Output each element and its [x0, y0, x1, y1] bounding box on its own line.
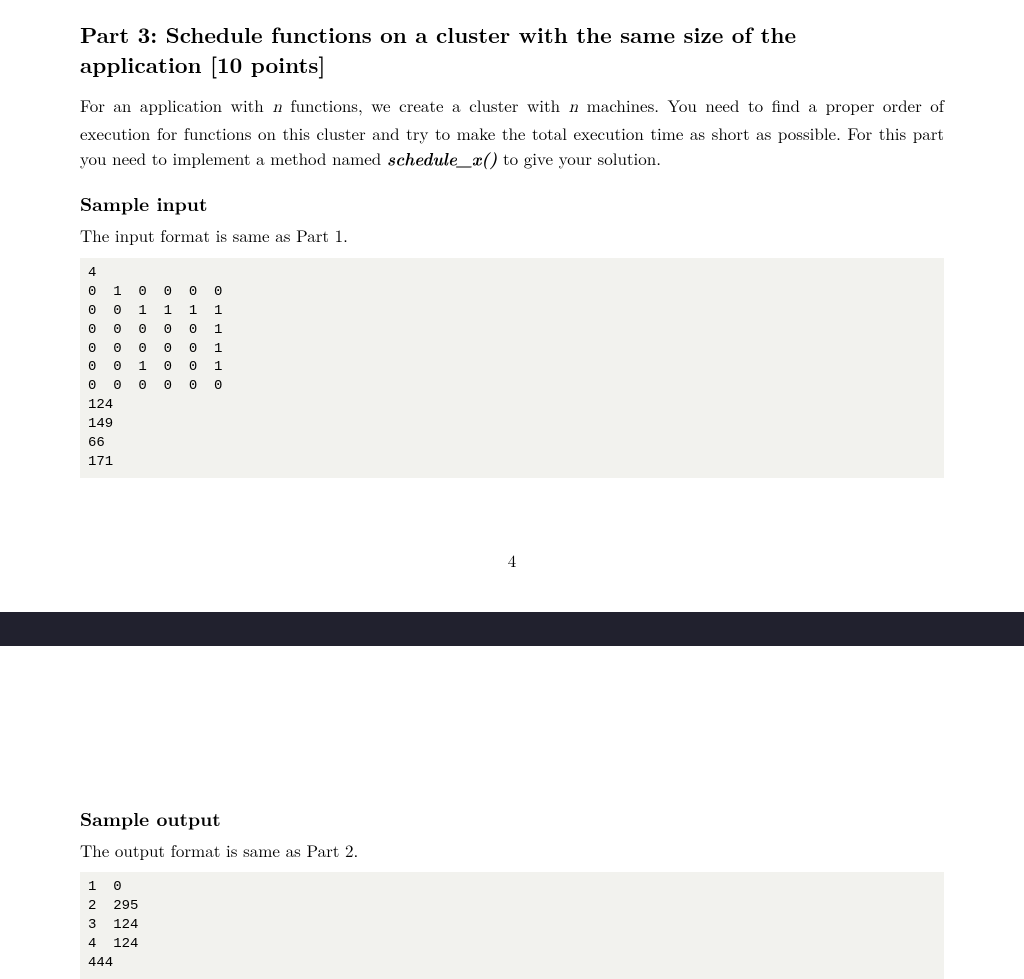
sample-input-note: The input format is same as Part 1. [80, 223, 944, 248]
title-line-2: application [10 points] [80, 49, 325, 80]
sample-output-note: The output format is same as Part 2. [80, 838, 944, 863]
section-paragraph: For an application with n functions, we … [80, 93, 944, 171]
para-frag-b: functions, we create a cluster with [282, 93, 569, 117]
sample-output-heading: Sample output [80, 804, 944, 832]
section-title: Part 3: Schedule functions on a cluster … [80, 20, 944, 79]
sample-input-code: 4 0 1 0 0 0 0 0 0 1 1 1 1 0 0 0 0 0 1 0 … [80, 258, 944, 478]
function-name: schedule_x() [387, 147, 497, 171]
para-frag-a: For an application with [80, 93, 272, 117]
sample-output-code: 1 0 2 295 3 124 4 124 444 [80, 872, 944, 978]
math-n-2: n [569, 99, 578, 116]
para-frag-d: to give your solution. [497, 146, 661, 170]
math-n-1: n [272, 99, 281, 116]
page-upper: Part 3: Schedule functions on a cluster … [0, 0, 1024, 572]
page-number: 4 [80, 548, 944, 572]
page-break-bar [0, 612, 1024, 646]
title-line-1: Part 3: Schedule functions on a cluster … [80, 19, 796, 50]
sample-input-heading: Sample input [80, 189, 944, 217]
page-lower: Sample output The output format is same … [0, 646, 1024, 979]
